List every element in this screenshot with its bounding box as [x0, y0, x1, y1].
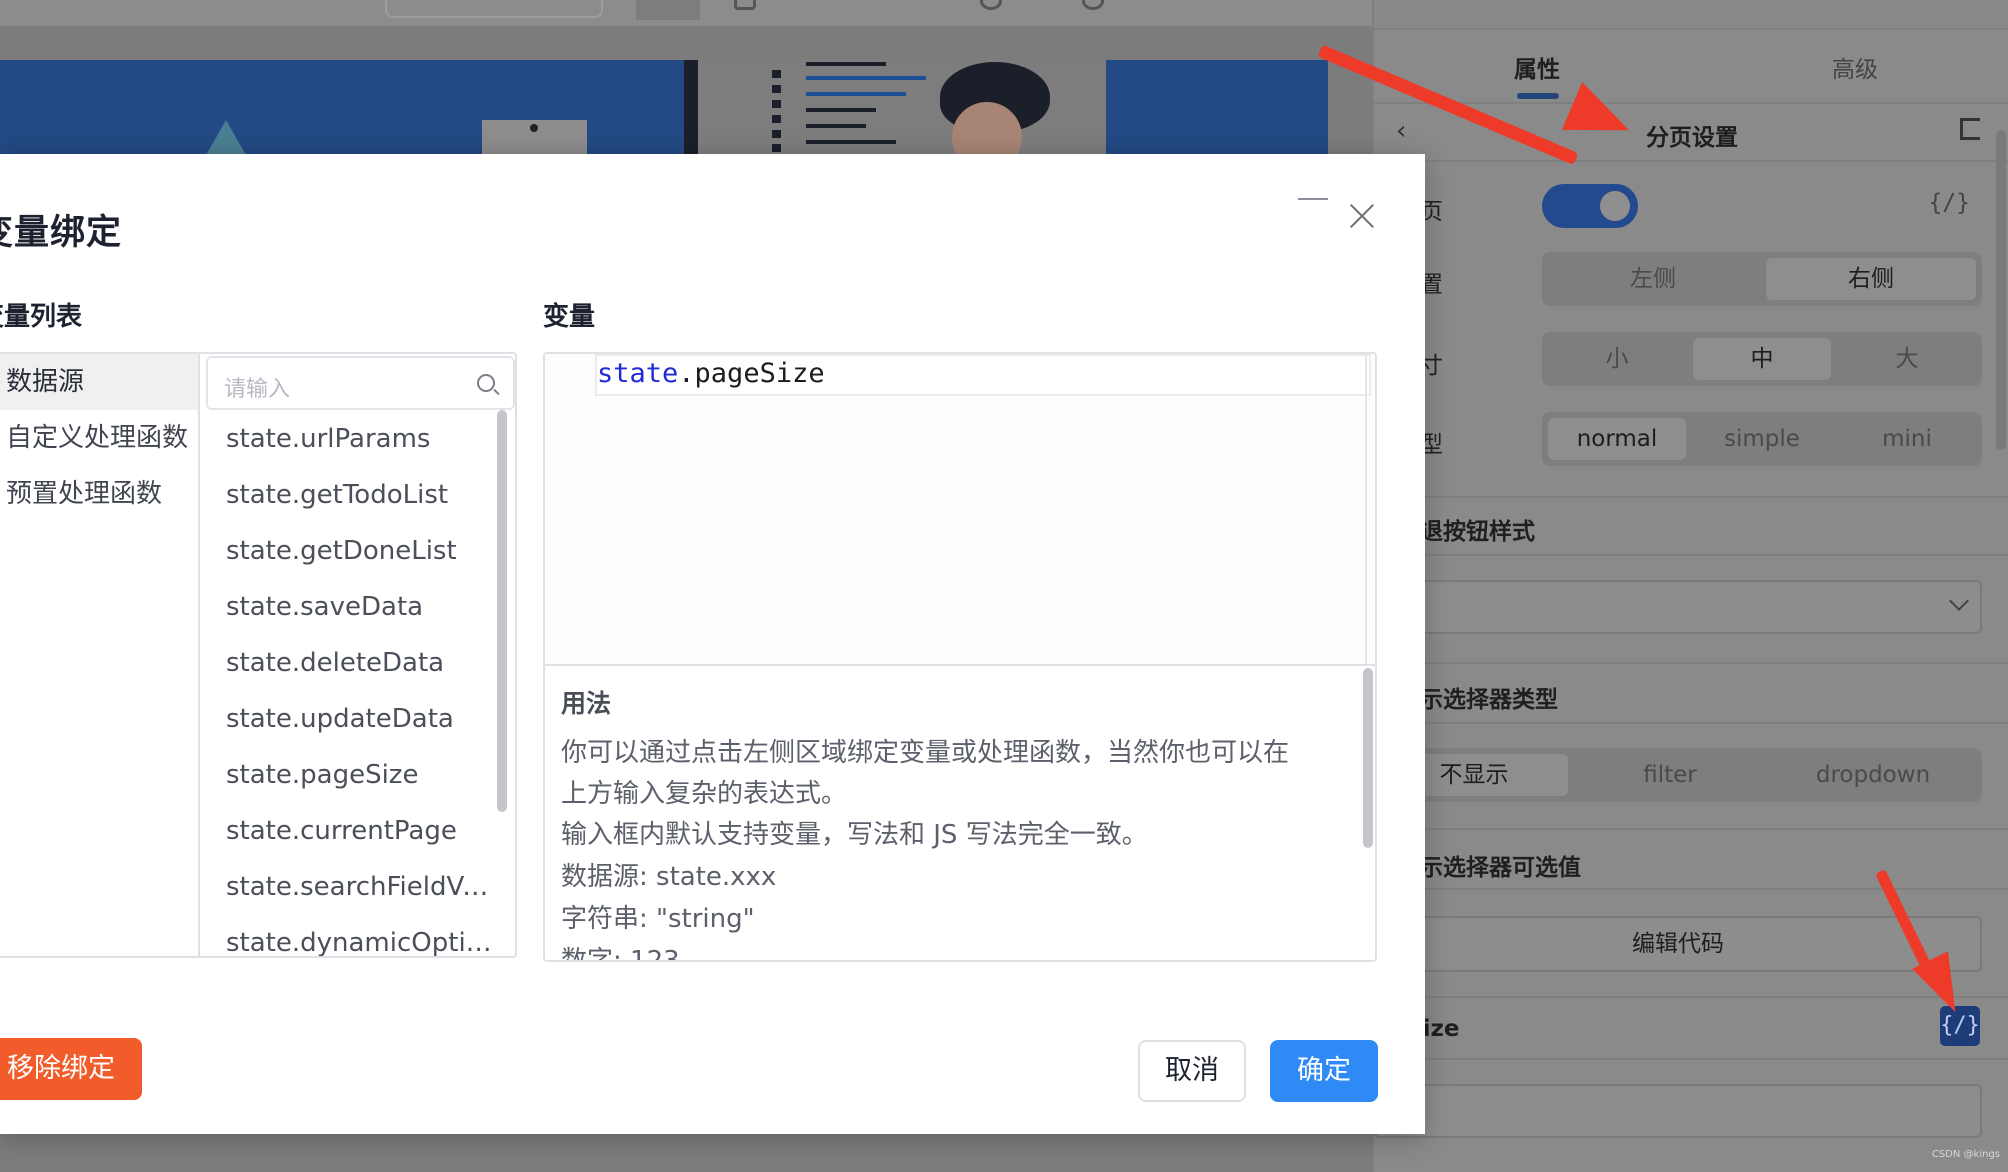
- list-item[interactable]: state.deleteData: [226, 648, 496, 678]
- code-property: pageSize: [694, 358, 825, 389]
- tab-active-indicator: [1517, 93, 1559, 99]
- size-large-option[interactable]: 大: [1838, 338, 1976, 380]
- variable-list-scrollbar[interactable]: [497, 410, 507, 812]
- panel-title: 分页设置: [1646, 125, 1738, 151]
- category-list: 数据源 自定义处理函数 预置处理函数: [0, 354, 200, 956]
- size-small-option[interactable]: 小: [1548, 338, 1686, 380]
- variable-binding-dialog: 变量绑定 变量列表 变量 数据源 自定义处理函数 预置处理函数 请输入 stat…: [0, 154, 1425, 1134]
- tab-properties[interactable]: 属性: [1514, 50, 1560, 84]
- search-placeholder: 请输入: [224, 377, 291, 402]
- code-line: state.pageSize: [597, 358, 825, 389]
- expression-editor: state.pageSize 用法 你可以通过点击左侧区域绑定变量或处理函数，当…: [543, 352, 1377, 962]
- file-icon[interactable]: [734, 0, 756, 10]
- code-dot: .: [678, 358, 695, 389]
- type-mini-option[interactable]: mini: [1838, 418, 1976, 460]
- selector-filter-option[interactable]: filter: [1576, 754, 1764, 796]
- variable-heading: 变量: [543, 302, 596, 332]
- variable-list: 数据源 自定义处理函数 预置处理函数 请输入 state.urlParams s…: [0, 352, 517, 958]
- cancel-button[interactable]: 取消: [1138, 1040, 1246, 1102]
- tab-advanced[interactable]: 高级: [1832, 50, 1878, 84]
- code-object: state: [597, 358, 679, 389]
- exit-icon[interactable]: [1960, 118, 1980, 140]
- property-panel: 属性 高级 ‹ 分页设置 用分页 {/} 页位置 左侧 右侧 页尺寸 小 中 大…: [1372, 0, 2008, 1172]
- list-item[interactable]: state.getTodoList: [226, 480, 496, 510]
- position-right-option[interactable]: 右侧: [1766, 258, 1976, 300]
- search-icon[interactable]: [1082, 0, 1104, 10]
- help-icon[interactable]: [980, 0, 1002, 10]
- prev-next-select[interactable]: 箭头: [1374, 580, 1982, 634]
- usage-line: 数据源: state.xxx: [561, 862, 777, 892]
- usage-line: 字符串: "string": [561, 904, 755, 934]
- list-item[interactable]: state.updateData: [226, 704, 496, 734]
- category-preset-handlers[interactable]: 预置处理函数: [0, 466, 198, 522]
- category-custom-handlers[interactable]: 自定义处理函数: [0, 410, 198, 466]
- list-item[interactable]: state.saveData: [226, 592, 496, 622]
- list-item[interactable]: state.getDoneList: [226, 536, 496, 566]
- usage-line: 数字: 123: [561, 940, 680, 960]
- code-bind-icon[interactable]: {/}: [1928, 190, 1970, 216]
- size-segmented: 小 中 大: [1542, 332, 1982, 386]
- chevron-down-icon: [1949, 591, 1969, 611]
- usage-line: 上方输入复杂的表达式。: [561, 779, 848, 809]
- code-input[interactable]: state.pageSize: [545, 354, 1375, 664]
- size-medium-option[interactable]: 中: [1693, 338, 1831, 380]
- toolbar-tab[interactable]: [636, 0, 700, 20]
- banner-bar: [684, 60, 698, 155]
- position-segmented: 左侧 右侧: [1542, 252, 1982, 306]
- usage-help: 用法 你可以通过点击左侧区域绑定变量或处理函数，当然你也可以在 上方输入复杂的表…: [545, 664, 1375, 960]
- editor-toolbar: [0, 0, 1372, 26]
- enable-pagination-toggle[interactable]: [1542, 184, 1638, 228]
- edit-code-button[interactable]: 编辑代码: [1374, 916, 1982, 972]
- toolbar-field[interactable]: [385, 0, 603, 18]
- panel-scrollbar[interactable]: [1996, 130, 2006, 450]
- list-item[interactable]: state.urlParams: [226, 424, 496, 454]
- close-icon[interactable]: [1348, 202, 1376, 230]
- selector-type-segmented: 不显示 filter dropdown: [1374, 748, 1982, 802]
- type-segmented: normal simple mini: [1542, 412, 1982, 466]
- minimize-icon[interactable]: [1298, 198, 1328, 200]
- list-item[interactable]: state.pageSize: [226, 760, 496, 790]
- position-left-option[interactable]: 左侧: [1548, 258, 1758, 300]
- usage-line: 你可以通过点击左侧区域绑定变量或处理函数，当然你也可以在: [561, 738, 1290, 768]
- search-input[interactable]: 请输入: [206, 356, 515, 410]
- usage-scrollbar[interactable]: [1363, 668, 1373, 848]
- dialog-title: 变量绑定: [0, 213, 123, 253]
- remove-binding-button[interactable]: 移除绑定: [0, 1038, 142, 1100]
- page-banner-image: [0, 60, 1328, 155]
- usage-line: 输入框内默认支持变量，写法和 JS 写法完全一致。: [561, 820, 1148, 850]
- banner-card: [482, 120, 587, 155]
- list-item[interactable]: state.dynamicOptions: [226, 928, 496, 956]
- watermark: CSDN @kings: [1931, 1149, 2000, 1160]
- type-simple-option[interactable]: simple: [1693, 418, 1831, 460]
- page-size-input[interactable]: 5: [1374, 1084, 1982, 1138]
- variable-items: state.urlParams state.getTodoList state.…: [202, 414, 502, 956]
- variable-list-heading: 变量列表: [0, 302, 83, 332]
- list-item[interactable]: state.currentPage: [226, 816, 496, 846]
- type-normal-option[interactable]: normal: [1548, 418, 1686, 460]
- selector-dropdown-option[interactable]: dropdown: [1770, 754, 1976, 796]
- confirm-button[interactable]: 确定: [1270, 1040, 1378, 1102]
- list-item[interactable]: state.searchFieldValue: [226, 872, 496, 902]
- usage-heading: 用法: [561, 689, 612, 718]
- category-datasource[interactable]: 数据源: [0, 354, 198, 410]
- banner-shape: [192, 120, 260, 155]
- search-icon[interactable]: [477, 374, 495, 392]
